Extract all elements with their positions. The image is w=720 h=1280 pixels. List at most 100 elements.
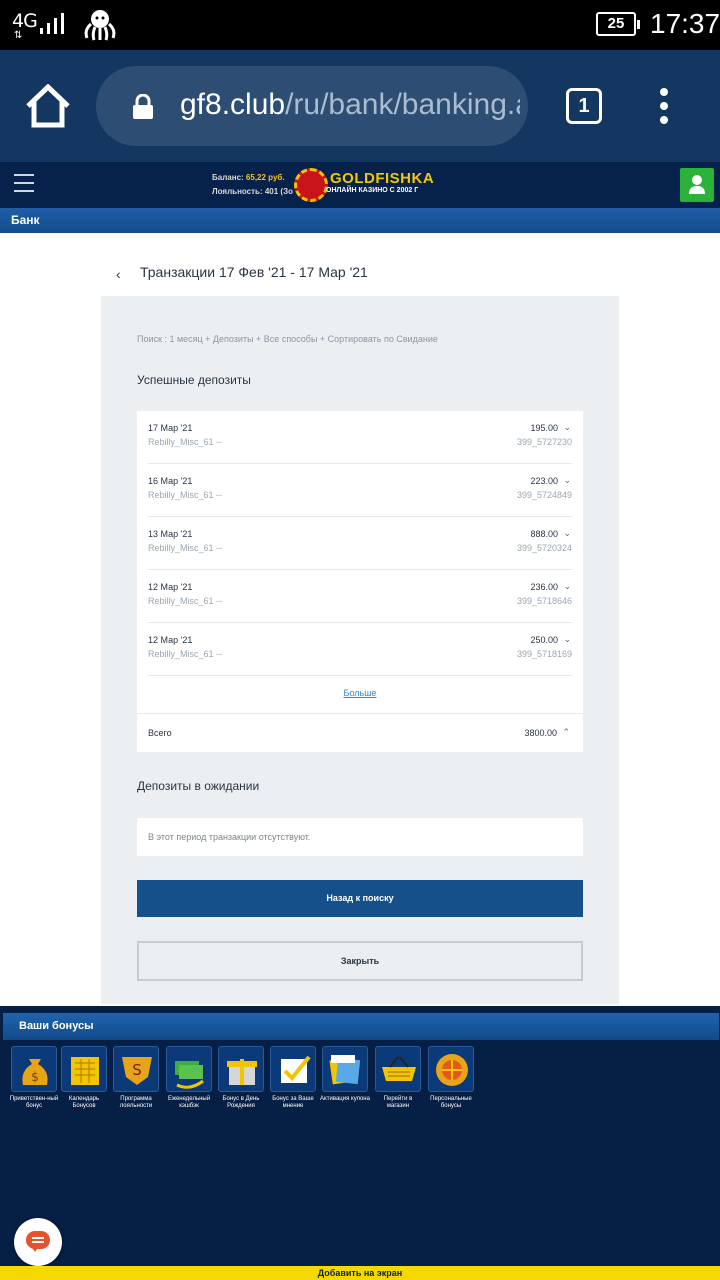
bonus-label: Календарь Бонусов [68, 1096, 100, 1109]
site-header: Баланс: 65,22 руб. Лояльность: 401 (Зо G… [0, 162, 720, 208]
pending-deposits-heading: Депозиты в ожидании [137, 779, 260, 793]
total-label: Всего [148, 728, 172, 738]
chat-lines [32, 1237, 44, 1239]
transaction-row[interactable]: 12 Мар '21 Rebilly_Misc_61 -- 250.00 ⌄ 3… [148, 623, 572, 676]
transaction-reference: 399_5720324 [516, 543, 572, 553]
deposits-list: 17 Мар '21 Rebilly_Misc_61 -- 195.00 ⌄ 3… [137, 411, 583, 752]
chat-icon [26, 1231, 50, 1252]
data-arrows-icon: ⇅ [14, 30, 23, 41]
transaction-amount: 888.00 [530, 529, 558, 539]
balance-value: 65,22 руб. [245, 173, 285, 182]
bonus-label: Бонус за Ваше мнение [272, 1096, 314, 1109]
transaction-method: Rebilly_Misc_61 -- [148, 649, 223, 659]
bonus-item-shop[interactable]: Перейти в магазин [372, 1046, 424, 1110]
bonus-item-personal[interactable]: Персональные бонусы [425, 1046, 477, 1110]
back-to-search-button[interactable]: Назад к поиску [137, 880, 583, 917]
lock-icon [133, 94, 153, 119]
bonus-label: Персональные бонусы [430, 1096, 472, 1109]
transaction-date: 17 Мар '21 [148, 423, 193, 433]
user-profile-button[interactable] [680, 168, 714, 202]
transaction-reference: 399_5718646 [516, 596, 572, 606]
close-button[interactable]: Закрыть [137, 941, 583, 981]
transaction-reference: 399_5724849 [516, 490, 572, 500]
money-bag-icon: $ [11, 1046, 57, 1092]
transactions-panel: Поиск : 1 месяц + Депозиты + Все способы… [101, 296, 619, 1004]
transaction-reference: 399_5718169 [516, 649, 572, 659]
transaction-method: Rebilly_Misc_61 -- [148, 437, 223, 447]
calendar-icon [61, 1046, 107, 1092]
tabs-button[interactable]: 1 [566, 88, 602, 124]
add-to-home-screen-bar[interactable]: Добавить на экран [0, 1266, 720, 1280]
hamburger-menu-icon[interactable] [14, 174, 34, 192]
svg-text:S: S [132, 1061, 142, 1079]
transaction-method: Rebilly_Misc_61 -- [148, 596, 223, 606]
chevron-down-icon[interactable]: ⌄ [563, 634, 571, 645]
network-type: 4G [12, 10, 38, 32]
transaction-date: 16 Мар '21 [148, 476, 193, 486]
chevron-down-icon[interactable]: ⌄ [563, 475, 571, 486]
home-icon[interactable] [24, 84, 72, 128]
bonus-item-welcome[interactable]: $ Приветствен-ный бонус [8, 1046, 60, 1110]
personal-bonus-icon [428, 1046, 474, 1092]
transaction-row[interactable]: 13 Мар '21 Rebilly_Misc_61 -- 888.00 ⌄ 3… [148, 517, 572, 570]
transaction-row[interactable]: 16 Мар '21 Rebilly_Misc_61 -- 223.00 ⌄ 3… [148, 464, 572, 517]
transaction-method: Rebilly_Misc_61 -- [148, 543, 223, 553]
chevron-up-icon[interactable]: ⌃ [562, 727, 570, 738]
bonus-item-calendar[interactable]: Календарь Бонусов [58, 1046, 110, 1110]
casino-chip-logo-icon[interactable] [294, 168, 328, 202]
browser-menu-icon[interactable] [650, 86, 678, 126]
pending-empty-message: В этот период транзакции отсутствуют. [137, 818, 583, 856]
battery-icon: 25 [596, 12, 640, 36]
bonuses-heading: Ваши бонусы [3, 1013, 719, 1040]
chat-button[interactable] [14, 1218, 62, 1266]
success-deposits-heading: Успешные депозиты [137, 373, 251, 387]
url-text[interactable]: gf8.club/ru/bank/banking.a [180, 88, 520, 122]
bonus-item-coupon[interactable]: Активация купона [319, 1046, 371, 1103]
back-chevron-icon[interactable]: ‹ [116, 266, 121, 282]
transaction-date: 12 Мар '21 [148, 582, 193, 592]
total-amount: 3800.00 [524, 728, 557, 738]
url-host: gf8.club [180, 88, 286, 121]
logo-subtitle: ОНЛАЙН КАЗИНО С 2002 Г [326, 187, 419, 194]
coupon-icon [322, 1046, 368, 1092]
account-info: Баланс: 65,22 руб. Лояльность: 401 (Зо [212, 171, 293, 199]
transaction-reference: 399_5727230 [516, 437, 572, 447]
chevron-down-icon[interactable]: ⌄ [563, 422, 571, 433]
transaction-date: 13 Мар '21 [148, 529, 193, 539]
bank-section-bar: Банк [0, 208, 720, 233]
bonus-item-birthday[interactable]: Бонус в День Рождения [215, 1046, 267, 1110]
chevron-down-icon[interactable]: ⌄ [563, 581, 571, 592]
bonus-label: Программа лояльности [119, 1096, 153, 1109]
loyalty-shield-icon: S [113, 1046, 159, 1092]
transaction-row[interactable]: 12 Мар '21 Rebilly_Misc_61 -- 236.00 ⌄ 3… [148, 570, 572, 623]
bonuses-section: Ваши бонусы $ Приветствен-ный бонус Кале… [0, 1006, 720, 1266]
divider [137, 713, 583, 714]
user-icon [689, 175, 705, 194]
bonus-label: Приветствен-ный бонус [9, 1096, 59, 1109]
url-path: /ru/bank/banking.a [285, 88, 520, 121]
bonus-item-cashback[interactable]: Еженедельный кэшбэк [163, 1046, 215, 1110]
gift-icon [218, 1046, 264, 1092]
bonus-label: Еженедельный кэшбэк [167, 1096, 211, 1109]
transaction-amount: 250.00 [530, 635, 558, 645]
status-bar: 4G ⇅ 25 17:37 [0, 0, 720, 50]
bonus-item-loyalty[interactable]: S Программа лояльности [110, 1046, 162, 1110]
transaction-amount: 236.00 [530, 582, 558, 592]
bonus-item-opinion[interactable]: Бонус за Ваше мнение [267, 1046, 319, 1110]
site-logo[interactable]: GOLDFISHKA [330, 170, 434, 187]
transaction-amount: 223.00 [530, 476, 558, 486]
bonus-label: Бонус в День Рождения [222, 1096, 260, 1109]
browser-toolbar: gf8.club/ru/bank/banking.a 1 [0, 50, 720, 162]
transaction-row[interactable]: 17 Мар '21 Rebilly_Misc_61 -- 195.00 ⌄ 3… [148, 411, 572, 464]
svg-text:$: $ [31, 1070, 39, 1084]
chevron-down-icon[interactable]: ⌄ [563, 528, 571, 539]
search-summary: Поиск : 1 месяц + Депозиты + Все способы… [137, 334, 438, 344]
balance-label: Баланс: [212, 173, 244, 182]
shop-basket-icon [375, 1046, 421, 1092]
cashback-icon [166, 1046, 212, 1092]
address-bar[interactable]: gf8.club/ru/bank/banking.a [96, 66, 528, 146]
signal-icon [40, 13, 64, 34]
more-link[interactable]: Больше [137, 688, 583, 698]
loyalty-text: Лояльность: 401 (Зо [212, 187, 293, 196]
octopus-icon [84, 10, 116, 41]
